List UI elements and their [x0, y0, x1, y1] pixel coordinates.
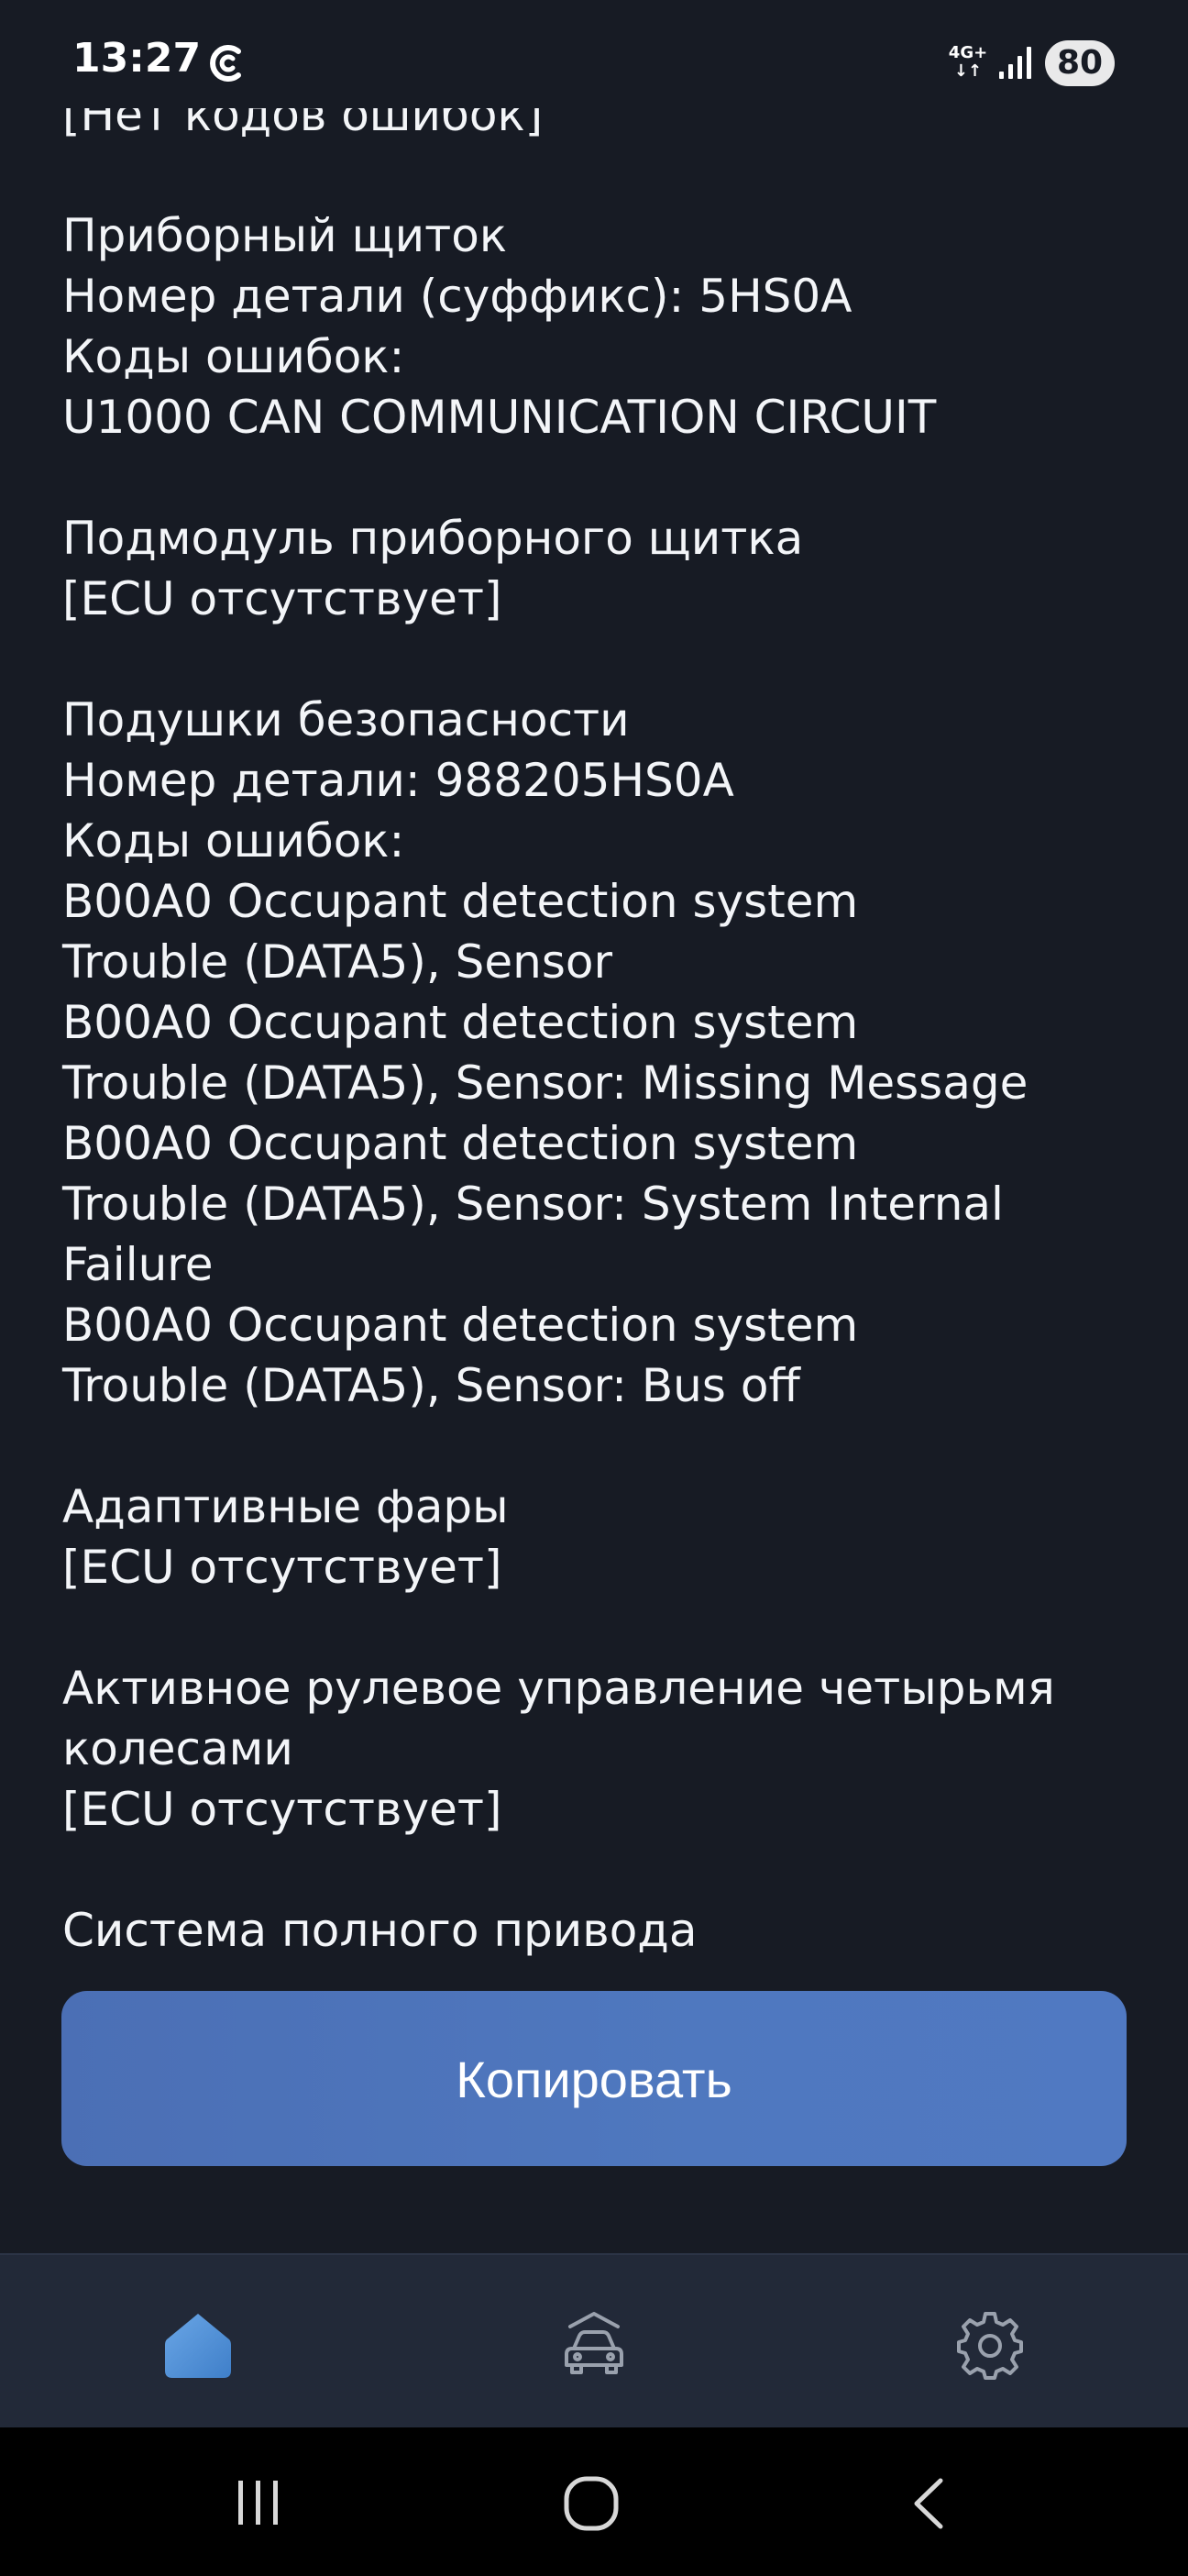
network-type: 4G+ ↓↑ [948, 44, 988, 86]
battery-level: 80 [1045, 40, 1115, 86]
home-circle-icon[interactable] [561, 2473, 622, 2534]
data-arrows-icon: ↓↑ [953, 61, 983, 81]
tab-car[interactable] [396, 2255, 792, 2429]
sync-c-icon [210, 45, 241, 82]
car-icon [565, 2312, 623, 2374]
tab-settings[interactable] [792, 2255, 1188, 2429]
status-time: 13:27 [72, 35, 202, 82]
report-text: [Нет кодов ошибок] Приборный щиток Номер д… [62, 84, 1144, 1961]
report-line: Подушки безопасности [62, 693, 630, 746]
report-line: [ECU отсутствует] [62, 572, 502, 625]
copy-button[interactable]: Копировать [61, 1991, 1127, 2166]
report-line: Failure [62, 1238, 214, 1291]
report-line: Подмодуль приборного щитка [62, 512, 804, 565]
back-icon[interactable] [902, 2473, 957, 2534]
report-line: [ECU отсутствует] [62, 1783, 502, 1836]
home-icon [165, 2314, 231, 2378]
bottom-tab-bar [0, 2253, 1188, 2427]
tab-home[interactable] [0, 2255, 396, 2429]
gear-icon [957, 2312, 1023, 2380]
report-line: Trouble (DATA5), Sensor: Missing Message [62, 1056, 1028, 1110]
report-line: Активное рулевое управление четырьмя [62, 1662, 1055, 1715]
report-line: [ECU отсутствует] [62, 1541, 502, 1594]
report-line: Trouble (DATA5), Sensor [62, 935, 613, 989]
report-line: Номер детали (суффикс): 5HS0A [62, 270, 852, 323]
report-line: Trouble (DATA5), Sensor: System Internal [62, 1177, 1004, 1231]
recent-apps-icon[interactable] [231, 2475, 286, 2530]
report-line: B00A0 Occupant detection system [62, 996, 859, 1049]
report-line: U1000 CAN COMMUNICATION CIRCUIT [62, 391, 937, 444]
report-line: Коды ошибок: [62, 814, 405, 868]
report-line: Система полного привода [62, 1904, 698, 1957]
network-type-label: 4G+ [948, 43, 988, 62]
report-line: Адаптивные фары [62, 1480, 509, 1533]
report-line: колесами [62, 1722, 293, 1775]
report-line: B00A0 Occupant detection system [62, 1299, 859, 1352]
report-line: Номер детали: 988205HS0A [62, 754, 734, 807]
signal-bars-icon [999, 47, 1031, 79]
report-line: B00A0 Occupant detection system [62, 1117, 859, 1170]
report-line: Trouble (DATA5), Sensor: Bus off [62, 1359, 800, 1412]
system-nav-bar [0, 2427, 1188, 2576]
status-bar: 13:27 4G+ ↓↑ 80 [0, 0, 1188, 108]
report-line: Приборный щиток [62, 209, 508, 262]
report-line: B00A0 Occupant detection system [62, 875, 859, 928]
diagnostic-report[interactable]: [Нет кодов ошибок] Приборный щиток Номер д… [0, 0, 1188, 1972]
report-line: Коды ошибок: [62, 330, 405, 383]
